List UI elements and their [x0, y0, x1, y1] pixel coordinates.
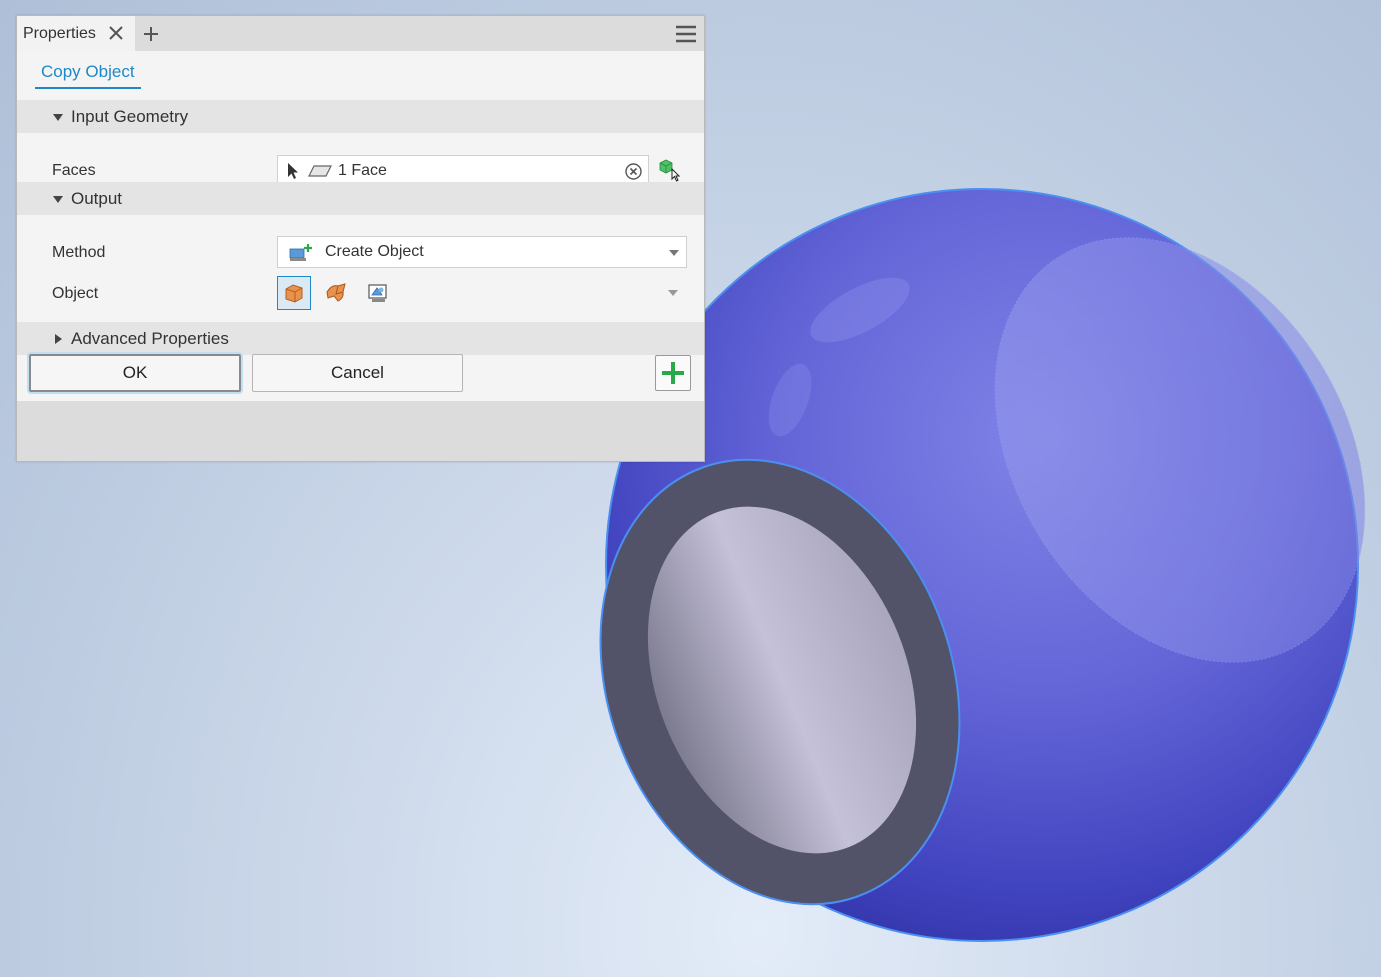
plus-icon[interactable]: [141, 24, 161, 44]
object-label: Object: [52, 285, 99, 302]
object-solid-button[interactable]: [277, 276, 311, 310]
section-advanced-properties[interactable]: Advanced Properties: [17, 322, 704, 355]
faces-value: 1 Face: [338, 162, 387, 179]
face-icon: [308, 165, 332, 177]
object-composite-button[interactable]: [361, 276, 395, 310]
plus-icon: [662, 362, 684, 384]
clear-circle-icon[interactable]: [625, 163, 642, 180]
close-icon[interactable]: [107, 24, 125, 42]
chevron-down-icon[interactable]: [668, 290, 678, 296]
create-object-icon: [289, 244, 312, 261]
chevron-down-icon: [669, 250, 679, 256]
hamburger-icon[interactable]: [674, 24, 698, 44]
section-advanced-properties-label: Advanced Properties: [71, 328, 229, 348]
ok-button[interactable]: OK: [29, 354, 241, 392]
panel-content: Copy Object Input Geometry Faces 1 Face …: [17, 51, 704, 401]
method-dropdown[interactable]: Create Object: [277, 236, 687, 268]
expand-triangle-icon: [55, 333, 62, 344]
method-value: Create Object: [325, 243, 424, 260]
surface-body-icon: [326, 283, 346, 302]
section-input-geometry[interactable]: Input Geometry: [17, 100, 704, 133]
subtab-copy-object[interactable]: Copy Object: [35, 61, 141, 89]
section-output[interactable]: Output: [17, 182, 704, 215]
cursor-arrow-icon: [288, 163, 298, 179]
object-surface-button[interactable]: [319, 276, 353, 310]
apply-add-button[interactable]: [655, 355, 691, 391]
composite-icon: [368, 284, 387, 302]
collapse-triangle-icon: [53, 113, 63, 121]
tab-properties[interactable]: Properties: [17, 16, 135, 51]
section-output-label: Output: [71, 188, 123, 208]
properties-panel: Properties Copy Object Input Geometry Fa…: [16, 15, 705, 462]
solid-body-icon: [285, 284, 303, 303]
panel-tab-bar: Properties: [17, 16, 704, 51]
cancel-button[interactable]: Cancel: [252, 354, 463, 392]
select-other-icon[interactable]: [657, 157, 683, 183]
collapse-triangle-icon: [53, 195, 63, 203]
tab-properties-label: Properties: [23, 24, 96, 42]
section-input-geometry-label: Input Geometry: [71, 106, 189, 126]
method-label: Method: [52, 244, 106, 261]
faces-label: Faces: [52, 162, 96, 179]
